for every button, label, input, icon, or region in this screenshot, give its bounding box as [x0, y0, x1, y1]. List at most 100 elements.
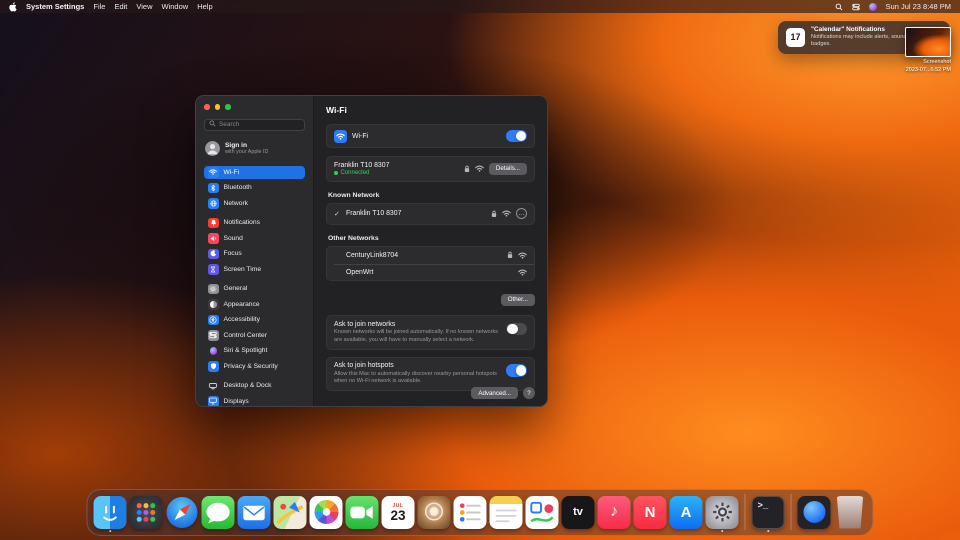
advanced-button[interactable]: Advanced... [471, 387, 518, 399]
connection-status: Connected [334, 170, 459, 176]
sidebar-item-siri-spotlight[interactable]: Siri & Spotlight [204, 344, 305, 358]
network-name: CenturyLink8704 [346, 251, 399, 259]
menu-app-name[interactable]: System Settings [26, 2, 84, 11]
ask-hotspots-description: Allow this Mac to automatically discover… [334, 370, 497, 385]
menu-view[interactable]: View [136, 2, 152, 11]
dock-icon-reminders[interactable] [453, 495, 487, 529]
network-row-centurylink[interactable]: CenturyLink8704 [327, 247, 534, 264]
control-center-icon[interactable] [851, 3, 860, 11]
lock-icon [464, 165, 470, 173]
dock-icon-messages[interactable] [201, 495, 235, 529]
menu-file[interactable]: File [93, 2, 105, 11]
calendar-notification-icon: 17 [786, 27, 805, 47]
sidebar-item-sound[interactable]: Sound [204, 232, 305, 246]
sidebar-search-input[interactable]: Search [204, 118, 305, 131]
checkmark-icon: ✓ [334, 210, 340, 218]
apple-menu-icon[interactable] [9, 1, 17, 12]
other-network-button[interactable]: Other... [500, 293, 535, 306]
dock-icon-downloads[interactable] [797, 495, 831, 529]
hourglass-icon [208, 264, 219, 275]
minimize-button[interactable] [214, 104, 220, 110]
sidebar-item-focus[interactable]: Focus [204, 247, 305, 261]
dock-icon-app-store[interactable]: A [669, 495, 703, 529]
wifi-toggle[interactable] [506, 129, 527, 143]
menu-window[interactable]: Window [162, 2, 189, 11]
dock-icon-news[interactable]: N [633, 495, 667, 529]
downloads-orb-icon [803, 501, 825, 523]
siri-icon[interactable] [868, 2, 877, 11]
bell-icon [208, 217, 219, 228]
sidebar-item-screen-time[interactable]: Screen Time [204, 263, 305, 277]
ask-hotspots-toggle[interactable] [506, 364, 527, 377]
other-networks-heading: Other Networks [328, 234, 379, 242]
wifi-signal-icon [518, 252, 527, 259]
dock-icon-music[interactable]: ♪ [597, 495, 631, 529]
sidebar-item-control-center[interactable]: Control Center [204, 329, 305, 343]
connected-dot-icon [334, 171, 338, 175]
dock-icon-finder[interactable] [93, 495, 127, 532]
shield-icon [208, 361, 219, 372]
dock-icon-system-settings[interactable] [705, 495, 739, 532]
sidebar-item-desktop-dock[interactable]: Desktop & Dock [204, 379, 305, 393]
menu-bar: System Settings File Edit View Window He… [0, 0, 960, 13]
search-icon[interactable] [835, 3, 843, 11]
pane-footer: Advanced... ? [471, 387, 535, 399]
settings-sidebar: Search Sign in with your Apple ID Wi-Fi … [196, 96, 314, 406]
app-store-glyph: A [680, 503, 692, 521]
close-button[interactable] [204, 104, 210, 110]
screenshot-filename: 2023-07...6.52 PM [905, 66, 951, 73]
sidebar-item-bluetooth[interactable]: Bluetooth [204, 181, 305, 195]
sidebar-item-notifications[interactable]: Notifications [204, 216, 305, 230]
gear-icon [208, 283, 219, 294]
ask-networks-toggle[interactable] [506, 322, 527, 335]
zoom-button[interactable] [225, 104, 231, 110]
help-button[interactable]: ? [523, 387, 535, 399]
dock-icon-safari[interactable] [166, 496, 199, 529]
lock-icon [491, 210, 497, 218]
dock-icon-launchpad[interactable] [129, 495, 163, 529]
dock-icon-photos[interactable] [309, 495, 343, 529]
dock-icon-facetime[interactable] [345, 495, 379, 529]
display-icon [208, 396, 219, 406]
ask-join-networks-card: Ask to join networks Known networks will… [326, 315, 535, 350]
dock-icon-terminal[interactable]: >_ [751, 495, 785, 532]
dock-icon-notes[interactable] [489, 495, 523, 529]
menu-clock[interactable]: Sun Jul 23 8:48 PM [886, 2, 951, 11]
sidebar-item-wi-fi[interactable]: Wi-Fi [204, 165, 305, 179]
wifi-signal-icon [518, 269, 527, 276]
known-network-heading: Known Network [328, 191, 380, 199]
wifi-signal-icon [475, 165, 484, 172]
screenshot-preview[interactable]: Screenshot 2023-07...6.52 PM [905, 27, 951, 74]
sidebar-item-displays[interactable]: Displays [204, 395, 305, 406]
dock-separator [744, 494, 746, 530]
wifi-signal-icon [502, 210, 511, 217]
dock-icon-maps[interactable] [273, 495, 307, 529]
music-note-glyph: ♪ [610, 503, 618, 520]
sidebar-item-general[interactable]: General [204, 282, 305, 296]
lock-icon [507, 251, 513, 259]
dock-icon-trash[interactable] [834, 495, 867, 529]
dock-icon-tv[interactable]: tv [561, 495, 595, 529]
apple-id-row[interactable]: Sign in with your Apple ID [205, 140, 304, 158]
dock-icon-mail[interactable] [237, 495, 271, 529]
menu-edit[interactable]: Edit [114, 2, 127, 11]
more-options-button[interactable]: … [516, 208, 527, 219]
dock-icon-freeform[interactable] [525, 495, 559, 529]
sidebar-item-appearance[interactable]: Appearance [204, 298, 305, 312]
apple-id-subtitle: with your Apple ID [225, 149, 269, 155]
avatar [205, 141, 220, 156]
sidebar-item-accessibility[interactable]: Accessibility [204, 313, 305, 327]
other-networks-card: CenturyLink8704 OpenWrt [326, 245, 535, 281]
network-row-openwrt[interactable]: OpenWrt [327, 264, 534, 280]
appearance-icon [208, 299, 219, 310]
dock-icon-calendar[interactable]: JUL 23 [381, 495, 415, 529]
menu-help[interactable]: Help [197, 2, 212, 11]
sidebar-item-privacy-security[interactable]: Privacy & Security [204, 360, 305, 374]
moon-icon [208, 248, 219, 259]
dock-icon-photo-booth[interactable] [417, 495, 451, 529]
desktop: System Settings File Edit View Window He… [0, 0, 960, 540]
screenshot-thumbnail[interactable] [905, 27, 951, 57]
details-button[interactable]: Details... [488, 162, 527, 175]
sidebar-item-network[interactable]: Network [204, 197, 305, 211]
known-network-row[interactable]: ✓ Franklin T10 8307 … [326, 202, 535, 225]
